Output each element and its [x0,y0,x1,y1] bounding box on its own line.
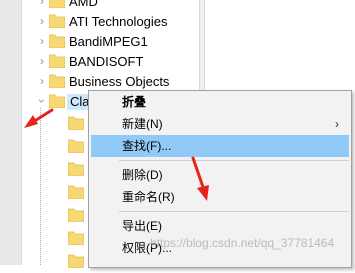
red-arrow-left-icon [24,108,54,128]
annotation-arrows [24,108,209,201]
red-arrow-down-icon [191,156,209,201]
